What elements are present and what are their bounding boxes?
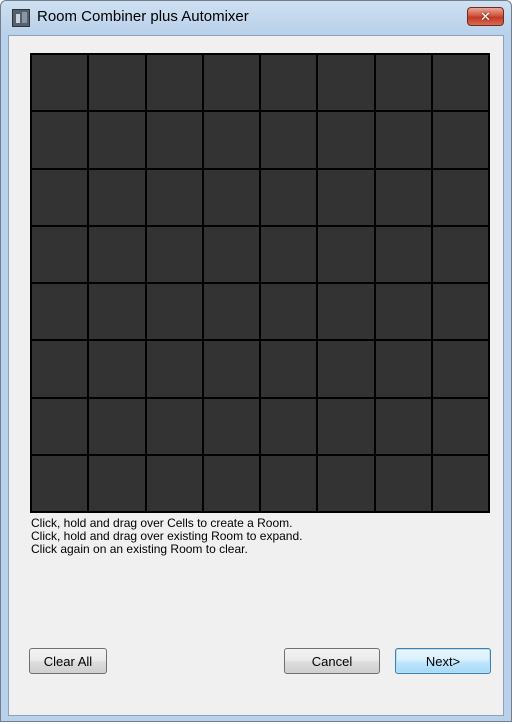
grid-cell[interactable] bbox=[203, 341, 259, 397]
grid-cell[interactable] bbox=[89, 398, 145, 454]
grid-cell[interactable] bbox=[318, 341, 374, 397]
grid-cell[interactable] bbox=[32, 284, 88, 340]
grid-cell[interactable] bbox=[375, 169, 431, 225]
window-title: Room Combiner plus Automixer bbox=[37, 8, 249, 25]
grid-cell[interactable] bbox=[146, 455, 202, 511]
dialog-window: Room Combiner plus Automixer ✕ Click, ho… bbox=[0, 0, 512, 722]
grid-cell[interactable] bbox=[318, 398, 374, 454]
grid-cell[interactable] bbox=[432, 226, 488, 282]
grid-cell[interactable] bbox=[203, 284, 259, 340]
instructions-text: Click, hold and drag over Cells to creat… bbox=[31, 517, 302, 556]
grid-cell[interactable] bbox=[32, 55, 88, 111]
grid-cell[interactable] bbox=[89, 455, 145, 511]
grid-cell[interactable] bbox=[432, 341, 488, 397]
grid-cell[interactable] bbox=[432, 284, 488, 340]
grid-cell[interactable] bbox=[432, 112, 488, 168]
instruction-line: Click again on an existing Room to clear… bbox=[31, 542, 248, 556]
grid-cell[interactable] bbox=[146, 169, 202, 225]
grid-cell[interactable] bbox=[375, 226, 431, 282]
grid-cell[interactable] bbox=[432, 169, 488, 225]
grid-cell[interactable] bbox=[432, 398, 488, 454]
grid-cell[interactable] bbox=[318, 169, 374, 225]
grid-cell[interactable] bbox=[32, 169, 88, 225]
grid-cell[interactable] bbox=[261, 55, 317, 111]
grid-cell[interactable] bbox=[375, 55, 431, 111]
grid-cell[interactable] bbox=[203, 55, 259, 111]
grid-cell[interactable] bbox=[89, 341, 145, 397]
grid-cell[interactable] bbox=[32, 398, 88, 454]
grid-cell[interactable] bbox=[89, 226, 145, 282]
grid-cell[interactable] bbox=[146, 226, 202, 282]
title-bar[interactable]: Room Combiner plus Automixer ✕ bbox=[1, 1, 511, 35]
grid-cell[interactable] bbox=[375, 284, 431, 340]
grid-cell[interactable] bbox=[146, 341, 202, 397]
grid-cell[interactable] bbox=[375, 341, 431, 397]
grid-cell[interactable] bbox=[32, 226, 88, 282]
grid-cell[interactable] bbox=[432, 55, 488, 111]
grid-cell[interactable] bbox=[89, 55, 145, 111]
app-icon bbox=[12, 9, 30, 27]
grid-cell[interactable] bbox=[146, 284, 202, 340]
grid-cell[interactable] bbox=[318, 226, 374, 282]
grid-cell[interactable] bbox=[261, 284, 317, 340]
grid-cell[interactable] bbox=[261, 169, 317, 225]
grid-cell[interactable] bbox=[318, 112, 374, 168]
grid-cell[interactable] bbox=[146, 398, 202, 454]
close-button[interactable]: ✕ bbox=[467, 7, 504, 26]
cancel-button[interactable]: Cancel bbox=[284, 648, 380, 674]
grid-cell[interactable] bbox=[32, 112, 88, 168]
grid-cell[interactable] bbox=[432, 455, 488, 511]
grid-cell[interactable] bbox=[203, 398, 259, 454]
close-icon: ✕ bbox=[480, 9, 491, 24]
grid-cell[interactable] bbox=[203, 226, 259, 282]
grid-cell[interactable] bbox=[261, 112, 317, 168]
grid-cell[interactable] bbox=[32, 455, 88, 511]
grid-cell[interactable] bbox=[146, 55, 202, 111]
grid-cell[interactable] bbox=[375, 455, 431, 511]
room-grid[interactable] bbox=[30, 53, 490, 513]
grid-cell[interactable] bbox=[261, 455, 317, 511]
grid-cell[interactable] bbox=[203, 169, 259, 225]
grid-cell[interactable] bbox=[203, 455, 259, 511]
grid-cell[interactable] bbox=[261, 341, 317, 397]
grid-cell[interactable] bbox=[375, 398, 431, 454]
grid-cell[interactable] bbox=[261, 398, 317, 454]
grid-cell[interactable] bbox=[32, 341, 88, 397]
grid-cell[interactable] bbox=[318, 455, 374, 511]
grid-cell[interactable] bbox=[318, 284, 374, 340]
grid-cell[interactable] bbox=[318, 55, 374, 111]
grid-cell[interactable] bbox=[89, 112, 145, 168]
dialog-content: Click, hold and drag over Cells to creat… bbox=[8, 35, 504, 716]
grid-cell[interactable] bbox=[375, 112, 431, 168]
grid-cell[interactable] bbox=[203, 112, 259, 168]
grid-cell[interactable] bbox=[89, 169, 145, 225]
grid-cell[interactable] bbox=[146, 112, 202, 168]
grid-cell[interactable] bbox=[261, 226, 317, 282]
grid-cell[interactable] bbox=[89, 284, 145, 340]
next-button[interactable]: Next> bbox=[395, 648, 491, 674]
clear-all-button[interactable]: Clear All bbox=[29, 648, 107, 674]
